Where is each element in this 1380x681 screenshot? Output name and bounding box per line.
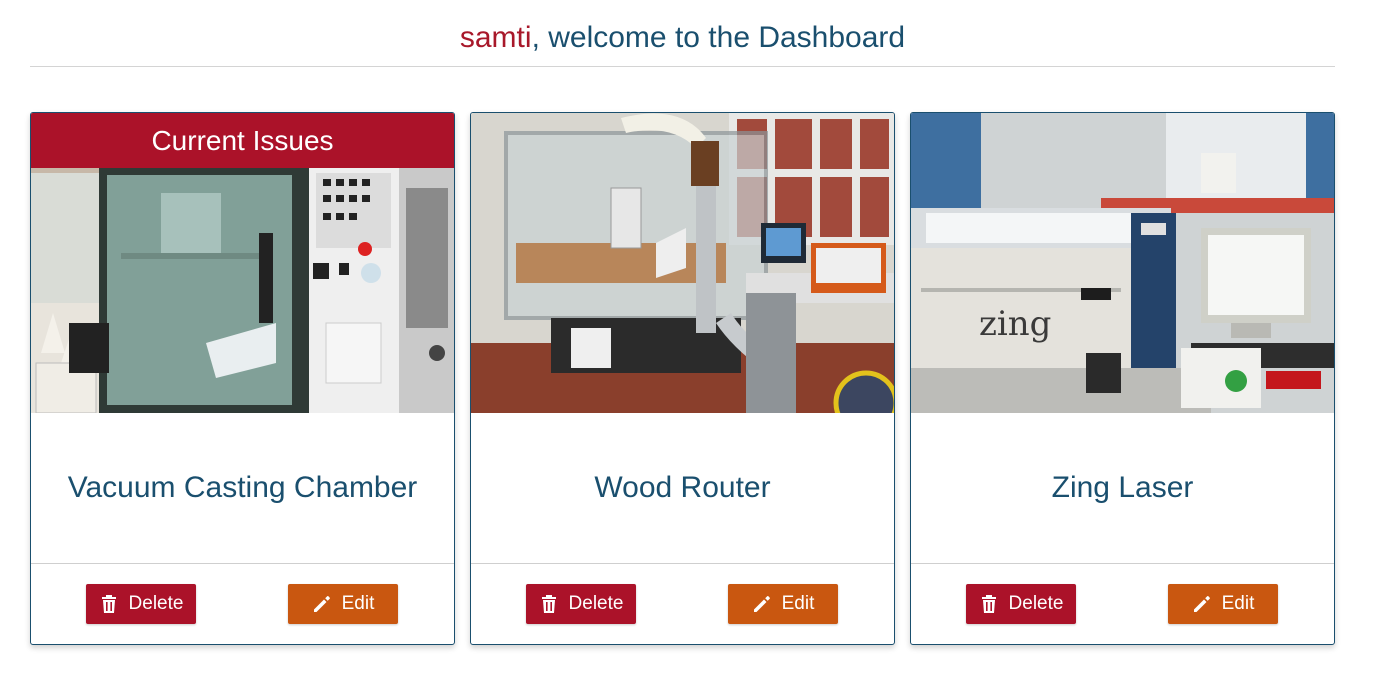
zing-logo: zing [979,304,1051,344]
edit-button[interactable]: Edit [1168,584,1278,624]
pencil-icon [1192,594,1212,614]
machine-card-wood-router[interactable]: Wood Router Delete Edit [470,112,895,645]
machine-photo [471,113,894,413]
edit-label: Edit [1221,593,1255,614]
welcome-heading: samti, welcome to the Dashboard [30,0,1335,56]
pencil-icon [312,594,332,614]
card-title-area: Vacuum Casting Chamber [31,413,454,564]
machine-name: Vacuum Casting Chamber [67,471,418,504]
current-issues-badge: Current Issues [31,113,454,168]
delete-button[interactable]: Delete [86,584,196,624]
page-header: samti, welcome to the Dashboard [30,0,1335,67]
machine-name: Zing Laser [1051,471,1194,504]
machine-name: Wood Router [594,471,771,504]
card-actions: Delete Edit [31,564,454,644]
edit-button[interactable]: Edit [288,584,398,624]
trash-icon [979,594,999,614]
machine-photo: Current Issues [31,113,454,413]
username: samti [459,21,532,54]
machine-cards: Current Issues Vacuum Casting Chamber De… [30,112,1335,645]
delete-button[interactable]: Delete [526,584,636,624]
delete-label: Delete [568,593,624,614]
delete-button[interactable]: Delete [966,584,1076,624]
edit-button[interactable]: Edit [728,584,838,624]
machine-card-zing-laser[interactable]: zing Zing Laser Delete Edit [910,112,1335,645]
trash-icon [99,594,119,614]
card-actions: Delete Edit [911,564,1334,644]
edit-label: Edit [781,593,815,614]
trash-icon [539,594,559,614]
card-title-area: Wood Router [471,413,894,564]
delete-label: Delete [128,593,184,614]
edit-label: Edit [341,593,375,614]
delete-label: Delete [1008,593,1064,614]
welcome-text: , welcome to the Dashboard [531,21,906,54]
machine-photo: zing [911,113,1334,413]
card-actions: Delete Edit [471,564,894,644]
machine-card-vacuum-casting-chamber[interactable]: Current Issues Vacuum Casting Chamber De… [30,112,455,645]
card-title-area: Zing Laser [911,413,1334,564]
pencil-icon [752,594,772,614]
